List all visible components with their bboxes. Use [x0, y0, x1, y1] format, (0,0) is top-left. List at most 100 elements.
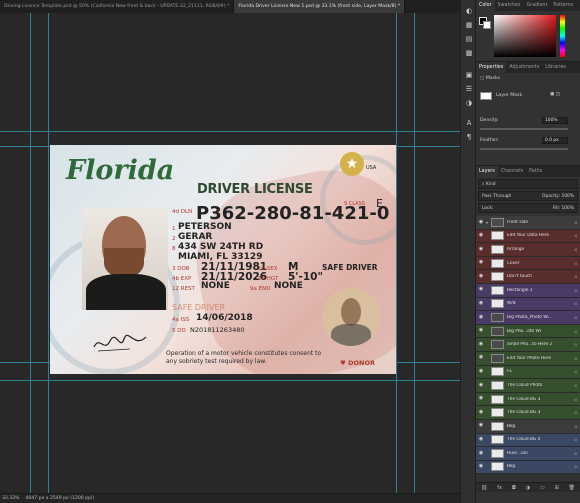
- density-slider[interactable]: [480, 128, 568, 130]
- hue-slider[interactable]: [560, 15, 565, 57]
- layer-name[interactable]: Hue/...ion: [507, 451, 574, 456]
- visibility-eye-icon[interactable]: ◉: [476, 324, 486, 338]
- visibility-eye-icon[interactable]: ◉: [476, 433, 486, 447]
- layer-thumbnail[interactable]: [491, 217, 504, 227]
- layer-name[interactable]: Big Pho...oto WI: [507, 329, 574, 334]
- visibility-eye-icon[interactable]: ◉: [476, 311, 486, 325]
- visibility-eye-icon[interactable]: ◉: [476, 216, 486, 230]
- layer-row[interactable]: ◉ W/B ⊙: [476, 297, 580, 312]
- mask-icon[interactable]: ◘: [512, 483, 516, 492]
- layer-row[interactable]: ◉ Edit Your Photo Here ⊙: [476, 351, 580, 366]
- layer-thumbnail[interactable]: [491, 231, 504, 241]
- visibility-eye-icon[interactable]: ◉: [476, 447, 486, 461]
- zoom-level[interactable]: 33.33%: [2, 494, 20, 503]
- layer-row[interactable]: ◉ The Cloud BG 3 ⊙: [476, 392, 580, 407]
- feather-field[interactable]: 0.0 px: [542, 137, 568, 144]
- layer-name[interactable]: Big Photo_Photo Wi...: [507, 315, 574, 320]
- folder-icon[interactable]: ▭: [540, 483, 545, 492]
- layer-name[interactable]: W/B: [507, 301, 574, 306]
- layer-thumbnail[interactable]: [491, 408, 504, 418]
- driver-license-card[interactable]: Florida ★ USA DRIVER LICENSE 9 CLASS E 4…: [50, 145, 396, 374]
- layer-name[interactable]: Don't touch: [507, 274, 574, 279]
- adjustments-icon[interactable]: ◑: [461, 96, 477, 110]
- layer-name[interactable]: Bkg: [507, 464, 574, 469]
- layer-row[interactable]: ◉ Big Pho...oto WI ⊙: [476, 324, 580, 339]
- layer-row[interactable]: ◉ Don't touch ⊙: [476, 270, 580, 284]
- opacity-value[interactable]: 100%: [561, 194, 574, 199]
- tab-layers[interactable]: Layers: [476, 166, 498, 177]
- visibility-eye-icon[interactable]: ◉: [476, 270, 486, 284]
- visibility-eye-icon[interactable]: ◉: [476, 351, 486, 365]
- visibility-eye-icon[interactable]: ◉: [476, 392, 486, 406]
- layer-thumbnail[interactable]: [491, 435, 504, 445]
- tab-color[interactable]: Color: [476, 0, 495, 11]
- layer-name[interactable]: Front side: [507, 220, 574, 225]
- layer-thumbnail[interactable]: [491, 353, 504, 363]
- mask-thumbnail[interactable]: [480, 92, 492, 100]
- layer-row[interactable]: ◉ ▾ Front side ⊙: [476, 216, 580, 230]
- visibility-eye-icon[interactable]: ◉: [476, 283, 486, 297]
- layer-thumbnail[interactable]: [491, 285, 504, 295]
- new-layer-icon[interactable]: ⊞: [555, 483, 559, 492]
- layer-row[interactable]: ◉ Edit Your Data Here ⊙: [476, 229, 580, 244]
- layer-thumbnail[interactable]: [491, 421, 504, 431]
- trash-icon[interactable]: 🗑: [569, 483, 575, 492]
- layer-thumbnail[interactable]: [491, 380, 504, 390]
- layer-filter[interactable]: ⌕ Kind: [478, 179, 578, 189]
- visibility-eye-icon[interactable]: ◉: [476, 338, 486, 352]
- layer-name[interactable]: Arrange: [507, 247, 574, 252]
- layer-row[interactable]: ◉ The Cloud BG 3 ⊙: [476, 406, 580, 420]
- tab-paths[interactable]: Paths: [526, 166, 545, 177]
- tab-patterns[interactable]: Patterns: [550, 0, 576, 11]
- layer-thumbnail[interactable]: [491, 394, 504, 404]
- fx-icon[interactable]: fx: [497, 483, 502, 492]
- layer-row[interactable]: ◉ Arrange ⊙: [476, 243, 580, 257]
- color-icon[interactable]: ◐: [461, 4, 477, 18]
- layer-row[interactable]: ◉ Bkg ⊙: [476, 460, 580, 475]
- visibility-eye-icon[interactable]: ◉: [476, 243, 486, 257]
- tab-libraries[interactable]: Libraries: [542, 62, 569, 73]
- layer-row[interactable]: ◉ Small Pho...to Here 2 ⊙: [476, 338, 580, 352]
- feather-slider[interactable]: [480, 148, 568, 150]
- tab-swatches[interactable]: Swatches: [495, 0, 524, 11]
- layer-thumbnail[interactable]: [491, 272, 504, 282]
- link-icon[interactable]: ⛓: [481, 483, 487, 492]
- visibility-eye-icon[interactable]: ◉: [476, 229, 486, 243]
- layer-row[interactable]: ◉ Cover ⊙: [476, 256, 580, 271]
- layer-name[interactable]: The Cloud BG 3: [507, 397, 574, 402]
- layer-thumbnail[interactable]: [491, 448, 504, 458]
- fill-value[interactable]: 100%: [561, 206, 574, 211]
- layer-thumbnail[interactable]: [491, 326, 504, 336]
- layer-thumbnail[interactable]: [491, 299, 504, 309]
- layer-thumbnail[interactable]: [491, 367, 504, 377]
- visibility-eye-icon[interactable]: ◉: [476, 379, 486, 393]
- tab-adjustments[interactable]: Adjustments: [506, 62, 542, 73]
- layer-thumbnail[interactable]: [491, 312, 504, 322]
- mask-options-icon[interactable]: ▣ ◫: [550, 92, 560, 97]
- layer-thumbnail[interactable]: [491, 244, 504, 254]
- document-info[interactable]: 4047 px x 2549 px (1200 ppi): [26, 494, 95, 503]
- visibility-eye-icon[interactable]: ◉: [476, 365, 486, 379]
- visibility-eye-icon[interactable]: ◉: [476, 297, 486, 311]
- layer-name[interactable]: The Cloud BG 4: [507, 437, 574, 442]
- doc-tab-1[interactable]: Driving Licence Template.psd @ 50% (Cali…: [0, 0, 235, 13]
- visibility-eye-icon[interactable]: ◉: [476, 256, 486, 270]
- visibility-eye-icon[interactable]: ◉: [476, 419, 486, 433]
- layer-name[interactable]: The Cloud BG 3: [507, 410, 574, 415]
- layer-row[interactable]: ◉ FL ⊙: [476, 365, 580, 380]
- layer-row[interactable]: ◉ Bkg ⊙: [476, 419, 580, 434]
- visibility-eye-icon[interactable]: ◉: [476, 460, 486, 474]
- layer-name[interactable]: The Cloud Photo: [507, 383, 574, 388]
- layer-name[interactable]: Small Pho...to Here 2: [507, 342, 574, 347]
- doc-tab-2[interactable]: Florida Driver License New 1.psd @ 33.1%…: [234, 0, 406, 13]
- gradients-icon[interactable]: ▤: [461, 32, 477, 46]
- blend-mode-select[interactable]: Pass Through: [482, 192, 511, 200]
- layer-name[interactable]: Edit Your Data Here: [507, 233, 574, 238]
- adjustment-icon[interactable]: ◑: [526, 483, 530, 492]
- background-color-swatch[interactable]: [483, 21, 491, 29]
- tab-gradient[interactable]: Gradient: [523, 0, 550, 11]
- canvas-area[interactable]: Florida ★ USA DRIVER LICENSE 9 CLASS E 4…: [0, 13, 460, 493]
- layer-thumbnail[interactable]: [491, 258, 504, 268]
- visibility-eye-icon[interactable]: ◉: [476, 406, 486, 420]
- paragraph-icon[interactable]: ¶: [461, 130, 477, 144]
